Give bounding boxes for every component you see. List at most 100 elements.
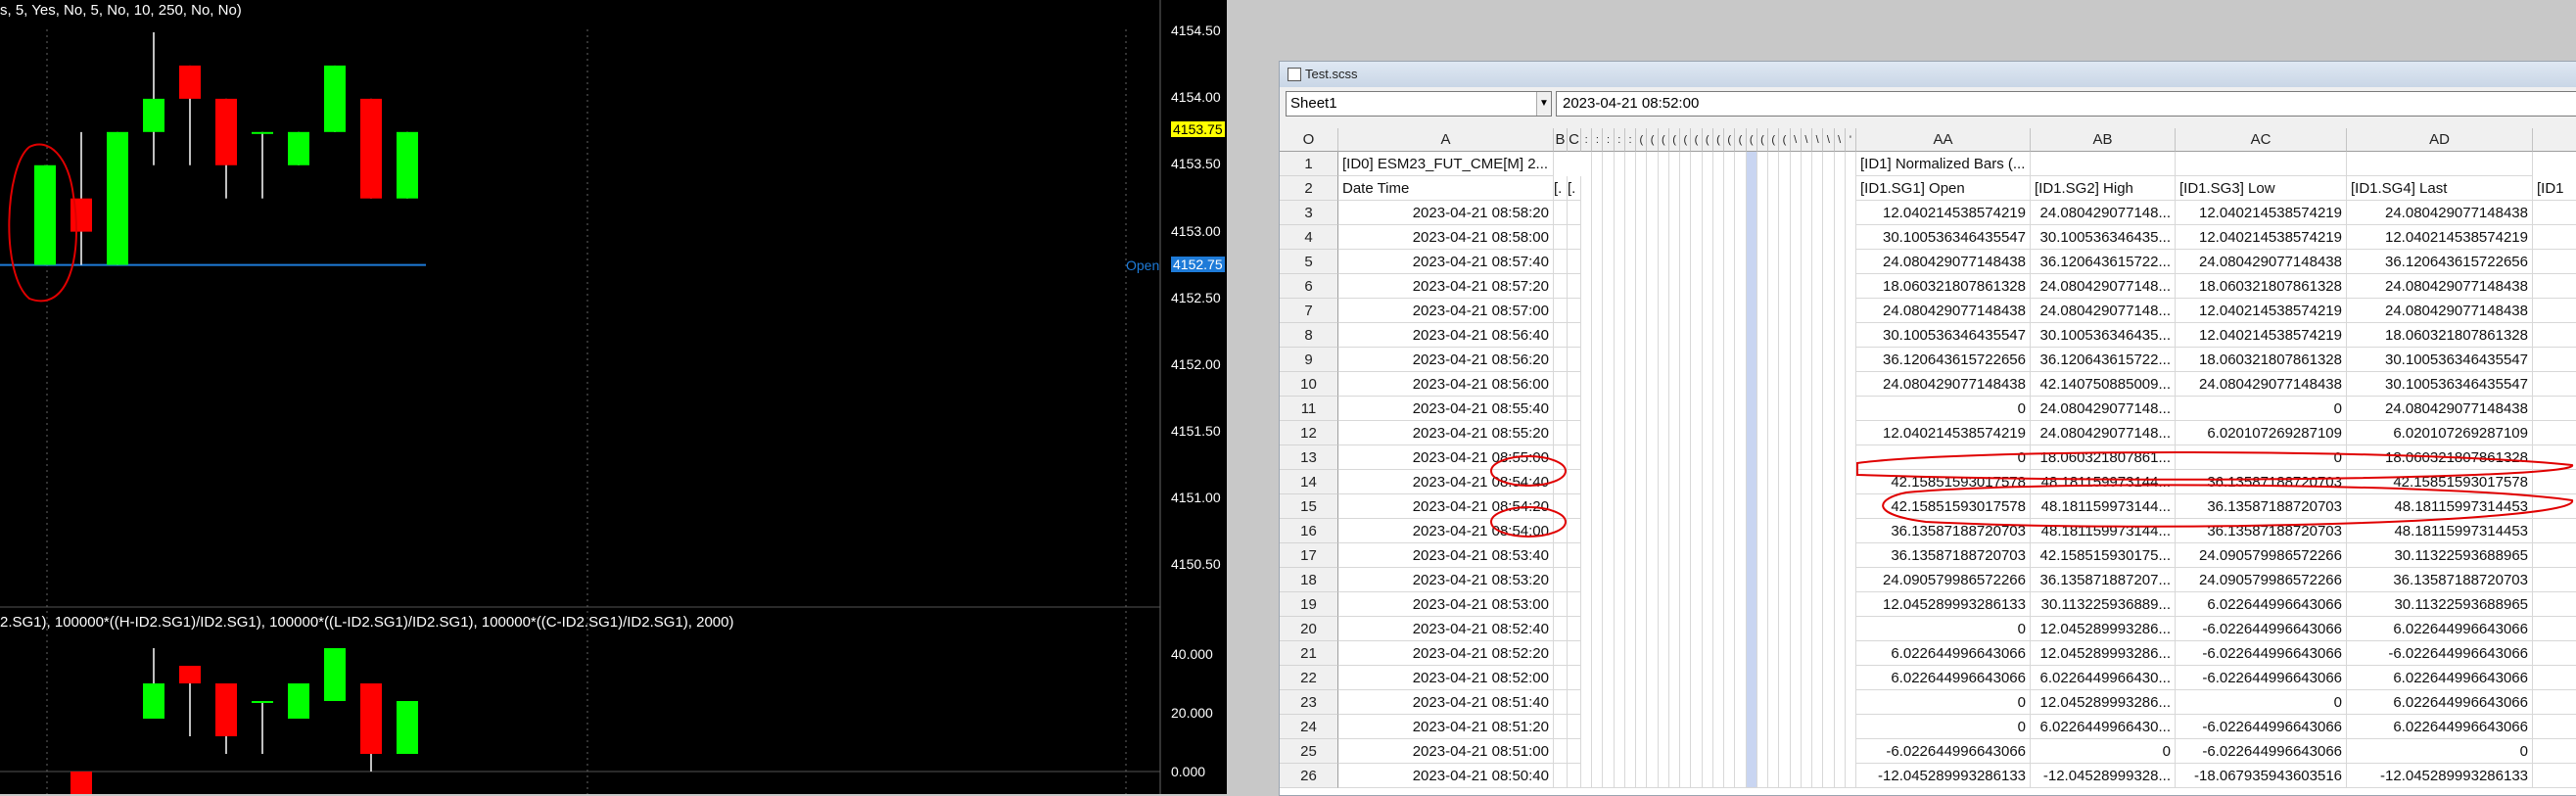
high-value-cell[interactable]: 36.120643615722...	[2031, 250, 2176, 274]
datetime-cell[interactable]: 2023-04-21 08:50:40	[1338, 764, 1554, 788]
cell-c[interactable]	[1568, 592, 1581, 617]
cell-ae[interactable]	[2533, 299, 2576, 323]
cell-ae[interactable]	[2533, 250, 2576, 274]
cell-c[interactable]	[1568, 397, 1581, 421]
cell-b[interactable]	[1554, 225, 1568, 250]
cell-ae[interactable]	[2533, 739, 2576, 764]
last-value-cell[interactable]: -6.022644996643066	[2347, 641, 2533, 666]
cell-ae[interactable]	[2533, 372, 2576, 397]
last-value-cell[interactable]: 24.080429077148438	[2347, 274, 2533, 299]
row-header[interactable]: 23	[1280, 690, 1338, 715]
datetime-cell[interactable]: 2023-04-21 08:53:40	[1338, 543, 1554, 568]
row-header[interactable]: 26	[1280, 764, 1338, 788]
formula-bar[interactable]: 2023-04-21 08:52:00	[1556, 91, 2576, 117]
row-header[interactable]: 10	[1280, 372, 1338, 397]
row-header[interactable]: 18	[1280, 568, 1338, 592]
last-value-cell[interactable]: 6.022644996643066	[2347, 690, 2533, 715]
high-value-cell[interactable]: 36.135871887207...	[2031, 568, 2176, 592]
narrow-column-header[interactable]: :	[1624, 128, 1637, 152]
open-value-cell[interactable]: 24.080429077148438	[1856, 372, 2031, 397]
cell-b[interactable]	[1554, 445, 1568, 470]
low-value-cell[interactable]: 0	[2176, 690, 2347, 715]
cell-ae[interactable]	[2533, 201, 2576, 225]
high-value-cell[interactable]: 30.100536346435...	[2031, 225, 2176, 250]
cell-ad2[interactable]: [ID1.SG4] Last	[2347, 176, 2533, 201]
datetime-cell[interactable]: 2023-04-21 08:54:20	[1338, 494, 1554, 519]
narrow-column[interactable]	[1812, 152, 1824, 788]
cell-c[interactable]	[1568, 445, 1581, 470]
last-value-cell[interactable]: 12.040214538574219	[2347, 225, 2533, 250]
low-value-cell[interactable]: 24.090579986572266	[2176, 543, 2347, 568]
last-value-cell[interactable]: 30.100536346435547	[2347, 348, 2533, 372]
open-value-cell[interactable]: 0	[1856, 397, 2031, 421]
open-value-cell[interactable]: 42.15851593017578	[1856, 494, 2031, 519]
open-value-cell[interactable]: 18.060321807861328	[1856, 274, 2031, 299]
low-value-cell[interactable]: 24.080429077148438	[2176, 372, 2347, 397]
cell-b[interactable]	[1554, 494, 1568, 519]
column-header-ad[interactable]: AD	[2347, 128, 2533, 152]
datetime-cell[interactable]: 2023-04-21 08:51:00	[1338, 739, 1554, 764]
spreadsheet-grid[interactable]: O A B C :::::((((((((((((((\ \ \ \ \ ' AA AB …	[1280, 128, 2576, 795]
cell-c[interactable]	[1568, 641, 1581, 666]
row-header[interactable]: 8	[1280, 323, 1338, 348]
narrow-column[interactable]	[1790, 152, 1802, 788]
cell-ab1[interactable]	[2031, 152, 2176, 176]
datetime-cell[interactable]: 2023-04-21 08:56:00	[1338, 372, 1554, 397]
open-value-cell[interactable]: 12.045289993286133	[1856, 592, 2031, 617]
low-value-cell[interactable]: 12.040214538574219	[2176, 323, 2347, 348]
open-value-cell[interactable]: 12.040214538574219	[1856, 421, 2031, 445]
row-header[interactable]: 6	[1280, 274, 1338, 299]
spreadsheet-window[interactable]: Test.scss Sheet1 ▼ 2023-04-21 08:52:00 O…	[1279, 61, 2576, 796]
low-value-cell[interactable]: -6.022644996643066	[2176, 666, 2347, 690]
datetime-cell[interactable]: 2023-04-21 08:57:20	[1338, 274, 1554, 299]
cell-ae[interactable]	[2533, 690, 2576, 715]
row-header[interactable]: 19	[1280, 592, 1338, 617]
cell-c[interactable]	[1568, 470, 1581, 494]
cell-b[interactable]	[1554, 323, 1568, 348]
cell-b[interactable]	[1554, 592, 1568, 617]
cell-b[interactable]	[1554, 519, 1568, 543]
cell-c[interactable]	[1568, 323, 1581, 348]
cell-c[interactable]	[1568, 568, 1581, 592]
narrow-column[interactable]	[1768, 152, 1780, 788]
narrow-column-header[interactable]: \	[1823, 128, 1835, 152]
last-value-cell[interactable]: 42.15851593017578	[2347, 470, 2533, 494]
chevron-down-icon[interactable]: ▼	[1536, 92, 1551, 116]
last-value-cell[interactable]: 30.11322593688965	[2347, 543, 2533, 568]
cell-b[interactable]	[1554, 641, 1568, 666]
datetime-cell[interactable]: 2023-04-21 08:56:40	[1338, 323, 1554, 348]
low-value-cell[interactable]: 24.090579986572266	[2176, 568, 2347, 592]
last-value-cell[interactable]: 36.13587188720703	[2347, 568, 2533, 592]
narrow-column[interactable]	[1735, 152, 1747, 788]
narrow-column[interactable]	[1658, 152, 1669, 788]
cell-b[interactable]	[1554, 250, 1568, 274]
high-value-cell[interactable]: 12.045289993286...	[2031, 617, 2176, 641]
cell-c[interactable]	[1568, 617, 1581, 641]
cell-ad1[interactable]	[2347, 152, 2533, 176]
narrow-column[interactable]	[1702, 152, 1713, 788]
high-value-cell[interactable]: 24.080429077148...	[2031, 201, 2176, 225]
narrow-column-header[interactable]: (	[1746, 128, 1757, 152]
cell-b[interactable]	[1554, 764, 1568, 788]
cell-c[interactable]	[1568, 715, 1581, 739]
high-value-cell[interactable]: 6.0226449966430...	[2031, 715, 2176, 739]
cell-c[interactable]	[1568, 201, 1581, 225]
cell-ae[interactable]	[2533, 519, 2576, 543]
low-value-cell[interactable]: -6.022644996643066	[2176, 739, 2347, 764]
open-value-cell[interactable]: 6.022644996643066	[1856, 666, 2031, 690]
narrow-column[interactable]	[1592, 152, 1604, 788]
column-header-b[interactable]: B	[1554, 128, 1568, 152]
cell-b[interactable]	[1554, 372, 1568, 397]
narrow-column-header[interactable]: \	[1834, 128, 1846, 152]
low-value-cell[interactable]: 24.080429077148438	[2176, 250, 2347, 274]
row-header[interactable]: 22	[1280, 666, 1338, 690]
cell-ae[interactable]	[2533, 445, 2576, 470]
narrow-column[interactable]	[1724, 152, 1736, 788]
low-value-cell[interactable]: 0	[2176, 445, 2347, 470]
narrow-column-header[interactable]: (	[1779, 128, 1791, 152]
cell-ac2[interactable]: [ID1.SG3] Low	[2176, 176, 2347, 201]
open-value-cell[interactable]: 0	[1856, 690, 2031, 715]
row-header[interactable]: 13	[1280, 445, 1338, 470]
cell-ae[interactable]	[2533, 592, 2576, 617]
narrow-column-header[interactable]: (	[1680, 128, 1692, 152]
